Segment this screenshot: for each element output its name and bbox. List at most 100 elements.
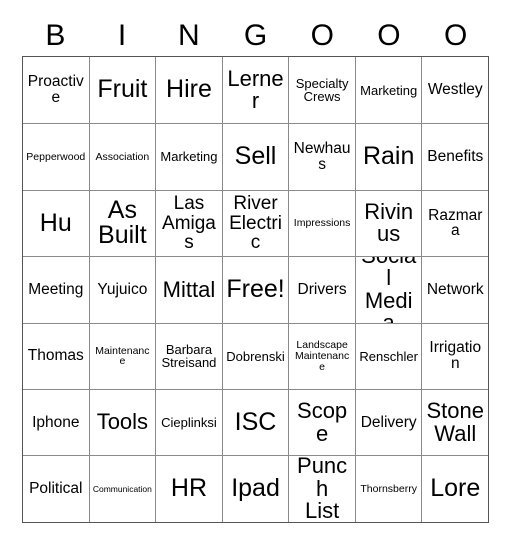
- bingo-row: Proactive Fruit Hire Lerner Specialty Crews M…: [23, 57, 489, 124]
- bingo-cell-label: Rivinus: [364, 199, 414, 247]
- bingo-cell-r1-c6[interactable]: Benefits: [421, 123, 489, 190]
- bingo-cell-label: Las Amigas: [162, 193, 216, 254]
- bingo-cell-r4-c0[interactable]: Thomas: [23, 322, 89, 389]
- bingo-cell-r3-c2[interactable]: Mittal: [155, 256, 222, 323]
- bingo-cell-r0-c6[interactable]: Westley: [421, 57, 489, 124]
- bingo-cell-label: As Built: [98, 195, 147, 250]
- bingo-cell-r4-c1[interactable]: Maintenance: [88, 322, 156, 389]
- bingo-cell-label: HR: [170, 474, 207, 503]
- bingo-header-letter-1: I: [117, 19, 127, 52]
- bingo-cell-r4-c4[interactable]: Landscape Maintenance: [288, 322, 355, 389]
- bingo-cell-label: Lore: [430, 474, 481, 503]
- bingo-cell-label: Specialty Crews: [295, 75, 349, 105]
- bingo-cell-label: Hu: [39, 208, 72, 237]
- bingo-cell-r4-c3[interactable]: Dobrenski: [221, 322, 289, 389]
- bingo-row: Thomas Maintenance Barbara Streisand Dobren…: [23, 322, 489, 389]
- bingo-cell-r3-c4[interactable]: Drivers: [288, 256, 355, 323]
- bingo-header-letter-4: O: [310, 19, 334, 52]
- bingo-cell-label: Drivers: [297, 280, 347, 298]
- bingo-cell-label: Renschler: [359, 348, 418, 364]
- bingo-cell-r2-c2[interactable]: Las Amigas: [155, 189, 222, 257]
- bingo-cell-r5-c6[interactable]: Stone Wall: [421, 388, 489, 456]
- bingo-cell-r5-c0[interactable]: Iphone: [23, 388, 89, 456]
- bingo-cell-label: Benefits: [427, 148, 484, 166]
- bingo-cell-r0-c2[interactable]: Hire: [155, 57, 222, 124]
- bingo-cell-r3-c6[interactable]: Network: [421, 256, 489, 323]
- bingo-cell-label: Marketing: [360, 82, 418, 98]
- bingo-cell-r5-c2[interactable]: Cieplinksi: [155, 388, 222, 456]
- bingo-header-letter-2: N: [177, 19, 200, 52]
- bingo-cell-r3-c1[interactable]: Yujuico: [88, 256, 156, 323]
- bingo-row: Political Communication HR Ipad Punch List Th…: [23, 455, 489, 522]
- bingo-cell-r0-c4[interactable]: Specialty Crews: [288, 57, 355, 124]
- bingo-cell-label: River Electric: [229, 193, 282, 254]
- bingo-cell-label: Westley: [427, 81, 483, 99]
- bingo-cell-r6-c1[interactable]: Communication: [88, 455, 156, 522]
- bingo-cell-r3-c3[interactable]: Free!: [221, 256, 289, 323]
- bingo-cell-r2-c5[interactable]: Rivinus: [354, 189, 422, 257]
- bingo-cell-r0-c5[interactable]: Marketing: [354, 57, 422, 124]
- bingo-cell-r1-c3[interactable]: Sell: [221, 123, 289, 190]
- bingo-cell-r1-c1[interactable]: Association: [88, 123, 156, 190]
- bingo-cell-r5-c1[interactable]: Tools: [88, 388, 156, 456]
- bingo-cell-r3-c5[interactable]: Social Media: [354, 256, 422, 323]
- bingo-cell-label: Communication: [92, 483, 152, 494]
- bingo-cell-r6-c3[interactable]: Ipad: [221, 455, 289, 522]
- bingo-cell-label: Marketing: [160, 149, 218, 165]
- bingo-cell-label: Cieplinksi: [161, 415, 217, 431]
- bingo-cell-r1-c2[interactable]: Marketing: [155, 123, 222, 190]
- bingo-row: Pepperwood Association Marketing Sell Newhau…: [23, 123, 489, 190]
- bingo-cell-r4-c5[interactable]: Renschler: [354, 322, 422, 389]
- bingo-cell-label: Mittal: [162, 276, 216, 302]
- bingo-cell-label: Association: [95, 150, 150, 163]
- bingo-cell-label: Delivery: [360, 413, 417, 431]
- bingo-cell-r6-c5[interactable]: Thornsberry: [354, 455, 422, 522]
- bingo-cell-label: Yujuico: [97, 280, 148, 298]
- bingo-cell-r1-c5[interactable]: Rain: [354, 123, 422, 190]
- bingo-cell-label: Thomas: [27, 347, 84, 365]
- bingo-header-letter-0: B: [45, 19, 66, 52]
- bingo-cell-label: Pepperwood: [26, 150, 86, 163]
- bingo-cell-r2-c6[interactable]: Razmara: [421, 189, 489, 257]
- bingo-cell-r6-c2[interactable]: HR: [155, 455, 222, 522]
- bingo-cell-label: Fruit: [97, 75, 148, 104]
- bingo-cell-r5-c5[interactable]: Delivery: [354, 388, 422, 456]
- bingo-cell-r1-c0[interactable]: Pepperwood: [23, 123, 89, 190]
- bingo-row: Meeting Yujuico Mittal Free! Drivers Social M…: [23, 256, 489, 323]
- bingo-cell-label: Thornsberry: [360, 482, 417, 495]
- bingo-cell-r5-c3[interactable]: ISC: [221, 388, 289, 456]
- bingo-cell-label: ISC: [234, 407, 277, 436]
- bingo-card: B I N G O O O Proactive Fruit Hire Lerner Specialt…: [22, 16, 489, 523]
- bingo-cell-label: Hire: [166, 75, 212, 104]
- bingo-cell-label: Dobrenski: [226, 348, 285, 364]
- bingo-cell-r4-c6[interactable]: Irrigation: [421, 322, 489, 389]
- bingo-cell-r1-c4[interactable]: Newhaus: [288, 123, 355, 190]
- bingo-cell-r0-c0[interactable]: Proactive: [23, 57, 89, 124]
- bingo-cell-label: Network: [426, 280, 484, 298]
- bingo-cell-label: Political: [29, 480, 83, 498]
- bingo-cell-r6-c0[interactable]: Political: [23, 455, 89, 522]
- bingo-header-letter-6: O: [444, 19, 468, 52]
- bingo-cell-r2-c0[interactable]: Hu: [23, 189, 89, 257]
- bingo-cell-r6-c6[interactable]: Lore: [421, 455, 489, 522]
- bingo-cell-label: Lerner: [227, 65, 284, 114]
- bingo-cell-r2-c1[interactable]: As Built: [88, 189, 156, 257]
- bingo-cell-r5-c4[interactable]: Scope: [288, 388, 355, 456]
- bingo-cell-r4-c2[interactable]: Barbara Streisand: [155, 322, 222, 389]
- bingo-row: Hu As Built Las Amigas River Electric Impres…: [23, 189, 489, 257]
- bingo-cell-r2-c4[interactable]: Impressions: [288, 189, 355, 257]
- bingo-cell-label: Meeting: [28, 280, 84, 298]
- bingo-cell-r6-c4[interactable]: Punch List: [288, 455, 355, 522]
- bingo-cell-r0-c1[interactable]: Fruit: [88, 57, 156, 124]
- bingo-cell-label: Maintenance: [95, 344, 150, 368]
- bingo-cell-label: Social Media: [361, 257, 416, 322]
- bingo-cell-r2-c3[interactable]: River Electric: [221, 189, 289, 257]
- bingo-cell-label: Scope: [297, 398, 348, 446]
- bingo-cell-label: Razmara: [428, 206, 483, 240]
- bingo-cell-r0-c3[interactable]: Lerner: [221, 57, 289, 124]
- bingo-cell-label: Tools: [96, 409, 149, 435]
- bingo-cell-label: Ipad: [231, 474, 280, 503]
- bingo-cell-r3-c0[interactable]: Meeting: [23, 256, 89, 323]
- bingo-grid: Proactive Fruit Hire Lerner Specialty Crews M…: [22, 56, 489, 523]
- bingo-cell-label: Newhaus: [293, 140, 351, 174]
